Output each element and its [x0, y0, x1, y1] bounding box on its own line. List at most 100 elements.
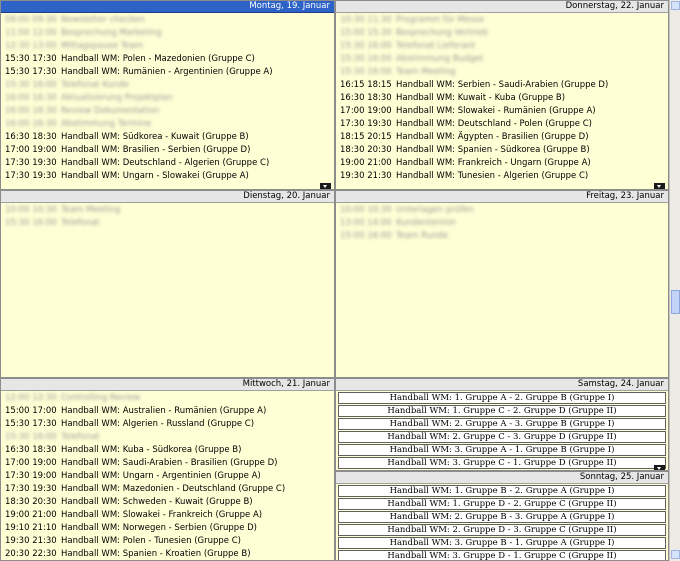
event-item[interactable]: 19:30 21:30 Handball WM: Tunesien - Alger…	[340, 170, 668, 183]
event-title: Handball WM: Saudi-Arabien - Brasilien (…	[61, 458, 278, 468]
event-item[interactable]: 17:00 19:00 Handball WM: Slowakei - Rumän…	[340, 105, 668, 118]
event-item[interactable]: 16:00 16:30 Aktualisierung Projektplan	[5, 92, 334, 105]
more-items-arrow-icon[interactable]	[320, 183, 331, 189]
event-title: Handball WM: Spanien - Kroatien (Gruppe …	[61, 549, 251, 559]
event-item[interactable]: 18:15 20:15 Handball WM: Ägypten - Brasil…	[340, 131, 668, 144]
allday-event[interactable]: Handball WM: 2. Gruppe C - 3. Gruppe D (…	[338, 431, 666, 443]
day-friday[interactable]: Freitag, 23. Januar 10:00 10:30 Unterlage…	[335, 190, 669, 378]
allday-event[interactable]: Handball WM: 2. Gruppe A - 3. Gruppe B (…	[338, 418, 666, 430]
day-header-wednesday[interactable]: Mittwoch, 21. Januar	[1, 379, 334, 391]
event-item[interactable]: 15:30 16:00 Telefonat	[5, 217, 334, 230]
event-item[interactable]: 12:00 12:30 Controlling Review	[5, 392, 334, 405]
event-time: 17:00 19:00	[5, 458, 57, 468]
event-item[interactable]: 15:30 17:30 Handball WM: Algerien - Russl…	[5, 418, 334, 431]
event-time: 15:30 16:00	[340, 41, 392, 51]
event-item[interactable]: 10:00 10:30 Team Meeting	[5, 204, 334, 217]
event-item[interactable]: 17:30 19:30 Handball WM: Ungarn - Slowake…	[5, 170, 334, 183]
event-item[interactable]: 17:30 19:00 Handball WM: Ungarn - Argenti…	[5, 470, 334, 483]
event-item[interactable]: 15:30 16:00 Telefonat Kunde	[5, 79, 334, 92]
allday-event[interactable]: Handball WM: 3. Gruppe B - 1. Gruppe A (…	[338, 537, 666, 549]
allday-event[interactable]: Handball WM: 1. Gruppe B - 2. Gruppe A (…	[338, 485, 666, 497]
event-item[interactable]: 10:00 10:30 Unterlagen prüfen	[340, 204, 668, 217]
event-item[interactable]: 12:30 13:00 Mittagspause Team	[5, 40, 334, 53]
event-item[interactable]: 19:00 21:00 Handball WM: Slowakei - Frank…	[5, 509, 334, 522]
day-tuesday[interactable]: Dienstag, 20. Januar 10:00 10:30 Team Mee…	[0, 190, 335, 378]
event-item[interactable]: 15:30 16:00 Telefonat	[5, 431, 334, 444]
event-item[interactable]: 15:00 16:00 Team Runde	[340, 230, 668, 243]
event-item[interactable]: 16:30 18:30 Handball WM: Kuba - Südkorea …	[5, 444, 334, 457]
event-item[interactable]: 15:30 16:00 Abstimmung Budget	[340, 53, 668, 66]
event-title: Telefonat	[61, 218, 100, 228]
day-header-saturday[interactable]: Samstag, 24. Januar	[336, 379, 668, 391]
event-time: 15:30 16:00	[5, 80, 57, 90]
event-item[interactable]: 15:00 15:30 Besprechung Vertrieb	[340, 27, 668, 40]
day-wednesday[interactable]: Mittwoch, 21. Januar 12:00 12:30 Controll…	[0, 378, 335, 561]
event-item[interactable]: 09:00 09:30 Newsletter checken	[5, 14, 334, 27]
event-item[interactable]: 15:30 16:00 Telefonat Lieferant	[340, 40, 668, 53]
scroll-down-arrow-icon[interactable]	[671, 550, 680, 559]
event-item[interactable]: 10:30 11:30 Programm für Messe	[340, 14, 668, 27]
event-time: 19:30 21:30	[5, 536, 57, 546]
vertical-scrollbar[interactable]	[669, 0, 680, 561]
event-item[interactable]: 16:00 16:30 Review Dokumentation	[5, 105, 334, 118]
event-time: 10:30 11:30	[340, 15, 392, 25]
event-title: Handball WM: Ungarn - Slowakei (Gruppe A…	[61, 171, 249, 181]
allday-event[interactable]: Handball WM: 1. Gruppe D - 2. Gruppe C (…	[338, 498, 666, 510]
event-item[interactable]: 17:30 19:30 Handball WM: Deutschland - Po…	[340, 118, 668, 131]
allday-event[interactable]: Handball WM: 2. Gruppe D - 3. Gruppe C (…	[338, 524, 666, 536]
scroll-up-arrow-icon[interactable]	[671, 1, 680, 10]
day-header-monday[interactable]: Montag, 19. Januar	[1, 1, 334, 13]
event-item[interactable]: 16:15 18:15 Handball WM: Serbien - Saudi-…	[340, 79, 668, 92]
event-title: Handball WM: Rumänien - Argentinien (Gru…	[61, 67, 273, 77]
event-list-thursday: 10:30 11:30 Programm für Messe 15:00 15:3…	[336, 13, 668, 183]
event-item[interactable]: 17:00 19:00 Handball WM: Saudi-Arabien - …	[5, 457, 334, 470]
day-sunday[interactable]: Sonntag, 25. Januar Handball WM: 1. Grup…	[335, 471, 669, 561]
event-item[interactable]: 13:00 14:00 Kundentermin	[340, 217, 668, 230]
event-title: Handball WM: Serbien - Saudi-Arabien (Gr…	[396, 80, 609, 90]
event-time: 16:30 18:30	[5, 132, 57, 142]
event-title: Handball WM: Deutschland - Polen (Gruppe…	[396, 119, 592, 129]
event-item[interactable]: 16:30 18:30 Handball WM: Südkorea - Kuwai…	[5, 131, 334, 144]
event-item[interactable]: 19:10 21:10 Handball WM: Norwegen - Serbi…	[5, 522, 334, 535]
event-title: Abstimmung Termine	[61, 119, 152, 129]
more-items-arrow-icon[interactable]	[654, 183, 665, 189]
event-item[interactable]: 17:30 19:30 Handball WM: Mazedonien - Deu…	[5, 483, 334, 496]
event-time: 15:00 16:00	[340, 231, 392, 241]
allday-event[interactable]: Handball WM: 3. Gruppe D - 1. Gruppe C (…	[338, 550, 666, 560]
event-item[interactable]: 11:00 12:00 Besprechung Marketing	[5, 27, 334, 40]
event-time: 19:10 21:10	[5, 523, 57, 533]
event-item[interactable]: 18:30 20:30 Handball WM: Spanien - Südkor…	[340, 144, 668, 157]
day-header-friday[interactable]: Freitag, 23. Januar	[336, 191, 668, 203]
day-saturday[interactable]: Samstag, 24. Januar Handball WM: 1. Grup…	[335, 378, 669, 471]
event-item[interactable]: 16:00 16:30 Abstimmung Termine	[5, 118, 334, 131]
day-header-sunday[interactable]: Sonntag, 25. Januar	[336, 472, 668, 484]
allday-event[interactable]: Handball WM: 3. Gruppe C - 1. Gruppe D (…	[338, 457, 666, 469]
event-item[interactable]: 19:30 21:30 Handball WM: Polen - Tunesien…	[5, 535, 334, 548]
scroll-thumb[interactable]	[671, 290, 680, 314]
allday-event[interactable]: Handball WM: 2. Gruppe B - 3. Gruppe A (…	[338, 511, 666, 523]
event-item[interactable]: 20:30 22:30 Handball WM: Spanien - Kroati…	[5, 548, 334, 560]
event-item[interactable]: 17:00 19:00 Handball WM: Brasilien - Serb…	[5, 144, 334, 157]
event-title: Mittagspause Team	[61, 41, 144, 51]
allday-event[interactable]: Handball WM: 1. Gruppe A - 2. Gruppe B (…	[338, 392, 666, 404]
event-item[interactable]: 19:00 21:00 Handball WM: Frankreich - Ung…	[340, 157, 668, 170]
event-item[interactable]: 18:30 20:30 Handball WM: Schweden - Kuwai…	[5, 496, 334, 509]
event-time: 18:15 20:15	[340, 132, 392, 142]
event-time: 20:30 22:30	[5, 549, 57, 559]
event-item[interactable]: 16:30 18:30 Handball WM: Kuwait - Kuba (G…	[340, 92, 668, 105]
event-title: Team Runde	[396, 231, 449, 241]
event-item[interactable]: 15:30 17:30 Handball WM: Polen - Mazedoni…	[5, 53, 334, 66]
event-item[interactable]: 15:30 17:30 Handball WM: Rumänien - Argen…	[5, 66, 334, 79]
allday-event[interactable]: Handball WM: 3. Gruppe A - 1. Gruppe B (…	[338, 444, 666, 456]
event-title: Handball WM: Kuba - Südkorea (Gruppe B)	[61, 445, 242, 455]
day-thursday[interactable]: Donnerstag, 22. Januar 10:30 11:30 Progra…	[335, 0, 669, 190]
event-item[interactable]: 17:30 19:30 Handball WM: Deutschland - Al…	[5, 157, 334, 170]
day-header-tuesday[interactable]: Dienstag, 20. Januar	[1, 191, 334, 203]
event-item[interactable]: 15:00 17:00 Handball WM: Australien - Rum…	[5, 405, 334, 418]
event-item[interactable]: 15:30 16:00 Team Meeting	[340, 66, 668, 79]
day-header-thursday[interactable]: Donnerstag, 22. Januar	[336, 1, 668, 13]
day-monday[interactable]: Montag, 19. Januar 09:00 09:30 Newsletter…	[0, 0, 335, 190]
allday-event[interactable]: Handball WM: 1. Gruppe C - 2. Gruppe D (…	[338, 405, 666, 417]
event-title: Kundentermin	[396, 218, 456, 228]
event-title: Handball WM: Tunesien - Algerien (Gruppe…	[396, 171, 589, 181]
